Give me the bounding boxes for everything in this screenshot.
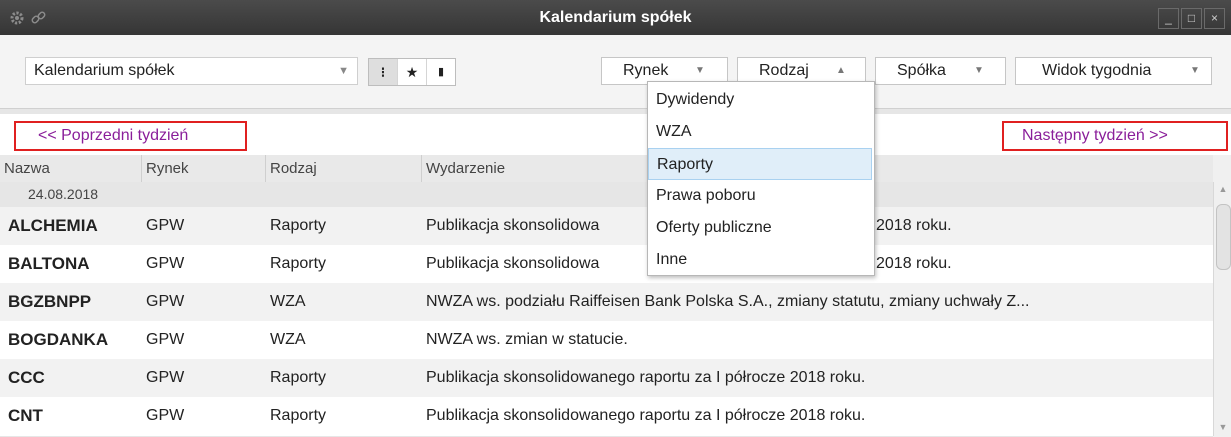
chevron-down-icon: ▼ xyxy=(974,65,984,76)
toolbar: Kalendarium spółek ▼ ⁝ ★ ▮ Rynek ▼ Rodza… xyxy=(0,35,1231,108)
columns-icon[interactable]: ▮ xyxy=(427,59,455,85)
rodzaj-dropdown-menu: Dywidendy WZA Raporty Prawa poboru Ofert… xyxy=(647,81,875,276)
cell-type: Raporty xyxy=(270,255,327,272)
grid-header: Nazwa Rynek Rodzaj Wydarzenie xyxy=(0,155,1213,183)
view-select[interactable]: Kalendarium spółek ▼ xyxy=(25,57,358,85)
menu-item-dywidendy[interactable]: Dywidendy xyxy=(648,84,872,116)
prev-week-label: << Poprzedni tydzień xyxy=(38,127,189,144)
next-week-link[interactable]: Następny tydzień >> xyxy=(1002,121,1228,151)
menu-item-inne[interactable]: Inne xyxy=(648,244,872,276)
column-header-rodzaj[interactable]: Rodzaj xyxy=(266,155,422,182)
group-date: 24.08.2018 xyxy=(28,186,99,202)
cell-type: WZA xyxy=(270,331,306,348)
cell-market: GPW xyxy=(146,293,185,310)
cell-type: WZA xyxy=(270,293,306,310)
cell-market: GPW xyxy=(146,369,185,386)
cell-market: GPW xyxy=(146,255,185,272)
week-navigation: << Poprzedni tydzień Następny tydzień >> xyxy=(0,114,1231,155)
cell-name: BOGDANKA xyxy=(8,330,109,349)
cell-name: BALTONA xyxy=(8,254,90,273)
vertical-scrollbar[interactable]: ▲ ▼ xyxy=(1213,182,1231,436)
chevron-down-icon: ▼ xyxy=(338,65,349,77)
column-header-nazwa[interactable]: Nazwa xyxy=(0,155,142,182)
cell-type: Raporty xyxy=(270,369,327,386)
cell-market: GPW xyxy=(146,217,185,234)
filter-spolka-label: Spółka xyxy=(897,62,946,79)
table-row[interactable]: BALTONA GPW Raporty Publikacja skonsolid… xyxy=(0,245,1213,284)
window-title: Kalendarium spółek xyxy=(539,9,692,26)
menu-item-prawa-poboru[interactable]: Prawa poboru xyxy=(648,180,872,212)
cell-name: BGZBNPP xyxy=(8,292,92,311)
column-header-rynek[interactable]: Rynek xyxy=(142,155,266,182)
window-controls: _ □ × xyxy=(1156,8,1225,29)
filter-widok-tygodnia[interactable]: Widok tygodnia ▼ xyxy=(1015,57,1212,85)
table-row[interactable]: CCC GPW Raporty Publikacja skonsolidowan… xyxy=(0,359,1213,398)
view-mode-buttons: ⁝ ★ ▮ xyxy=(368,58,456,86)
view-select-value: Kalendarium spółek xyxy=(34,62,175,79)
cell-market: GPW xyxy=(146,407,185,424)
scroll-down-icon[interactable]: ▼ xyxy=(1214,422,1231,432)
scrollbar-thumb[interactable] xyxy=(1216,204,1231,270)
menu-item-raporty[interactable]: Raporty xyxy=(648,148,872,180)
cell-type: Raporty xyxy=(270,407,327,424)
cell-event: Publikacja skonsolidowanego raportu za I… xyxy=(426,407,866,424)
cell-event: Publikacja skonsolidowanego raportu za I… xyxy=(426,369,866,386)
cell-market: GPW xyxy=(146,331,185,348)
next-week-label: Następny tydzień >> xyxy=(1022,127,1168,144)
close-button[interactable]: × xyxy=(1204,8,1225,29)
cell-event: NWZA ws. zmian w statucie. xyxy=(426,331,628,348)
star-icon[interactable]: ★ xyxy=(398,59,427,85)
cell-name: ALCHEMIA xyxy=(8,216,98,235)
cell-name: CCC xyxy=(8,368,45,387)
chevron-down-icon: ▼ xyxy=(1190,65,1200,76)
maximize-button[interactable]: □ xyxy=(1181,8,1202,29)
scroll-up-icon[interactable]: ▲ xyxy=(1214,184,1231,194)
cell-event: NWZA ws. podziału Raiffeisen Bank Polska… xyxy=(426,293,1030,310)
filter-spolka[interactable]: Spółka ▼ xyxy=(875,57,1006,85)
cell-name: CNT xyxy=(8,406,43,425)
table-row[interactable]: ALCHEMIA GPW Raporty Publikacja skonsoli… xyxy=(0,207,1213,246)
menu-item-oferty-publiczne[interactable]: Oferty publiczne xyxy=(648,212,872,244)
filter-widok-label: Widok tygodnia xyxy=(1042,62,1152,79)
table-row[interactable]: BOGDANKA GPW WZA NWZA ws. zmian w statuc… xyxy=(0,321,1213,360)
cell-event-tail: 2018 roku. xyxy=(876,217,952,234)
cell-type: Raporty xyxy=(270,217,327,234)
table-row[interactable]: BGZBNPP GPW WZA NWZA ws. podziału Raiffe… xyxy=(0,283,1213,322)
date-group-row: 24.08.2018 xyxy=(0,182,1213,207)
table-row[interactable]: CNT GPW Raporty Publikacja skonsolidowan… xyxy=(0,397,1213,437)
list-icon[interactable]: ⁝ xyxy=(369,59,398,85)
prev-week-link[interactable]: << Poprzedni tydzień xyxy=(14,121,247,151)
menu-item-wza[interactable]: WZA xyxy=(648,116,872,148)
minimize-button[interactable]: _ xyxy=(1158,8,1179,29)
cell-event-tail: 2018 roku. xyxy=(876,255,952,272)
title-bar: Kalendarium spółek _ □ × xyxy=(0,0,1231,35)
